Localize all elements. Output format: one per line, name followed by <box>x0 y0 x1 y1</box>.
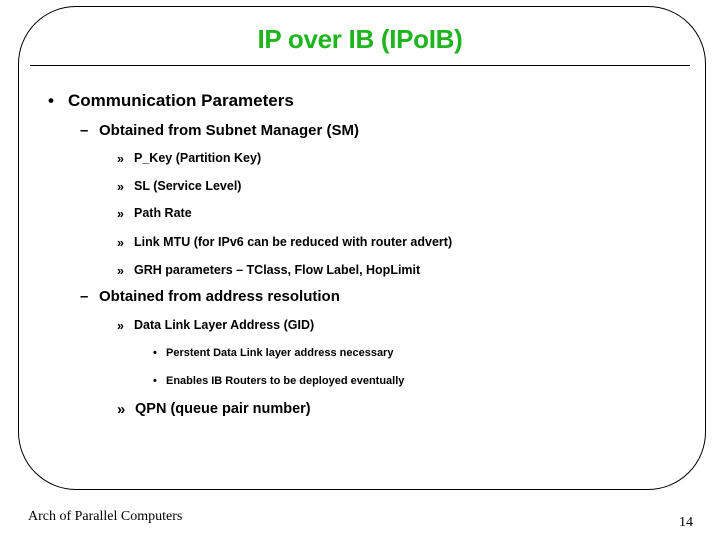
small-bullet-icon: • <box>153 347 157 359</box>
bullet-icon: • <box>48 91 54 110</box>
small-bullet-icon: • <box>153 375 157 387</box>
dash-icon: – <box>80 122 89 139</box>
list-item: Perstent Data Link layer address necessa… <box>166 347 394 359</box>
bullet-from-subnet-manager: Obtained from Subnet Manager (SM) <box>99 122 360 139</box>
list-item: P_Key (Partition Key) <box>134 151 262 165</box>
dash-icon: – <box>80 288 89 305</box>
chevron-icon: » <box>117 264 124 278</box>
list-item: Data Link Layer Address (GID) <box>134 318 315 332</box>
list-item: Enables IB Routers to be deployed eventu… <box>166 375 405 387</box>
slide-title: IP over IB (IPoIB) <box>257 24 463 54</box>
chevron-icon: » <box>117 207 124 221</box>
bullet-communication-parameters: Communication Parameters <box>68 91 294 110</box>
chevron-icon: » <box>117 236 124 250</box>
bullet-from-address-resolution: Obtained from address resolution <box>99 288 340 305</box>
chevron-icon: » <box>117 152 124 166</box>
chevron-icon: » <box>117 180 124 194</box>
chevron-icon: » <box>117 401 126 418</box>
list-item: Link MTU (for IPv6 can be reduced with r… <box>134 235 453 249</box>
list-item: QPN (queue pair number) <box>135 401 311 417</box>
title-divider <box>30 65 690 66</box>
page-number: 14 <box>679 515 693 530</box>
list-item: GRH parameters – TClass, Flow Label, Hop… <box>134 263 421 277</box>
chevron-icon: » <box>117 319 124 333</box>
list-item: Path Rate <box>134 206 192 220</box>
footer-course-title: Arch of Parallel Computers <box>28 509 183 524</box>
list-item: SL (Service Level) <box>134 179 242 193</box>
